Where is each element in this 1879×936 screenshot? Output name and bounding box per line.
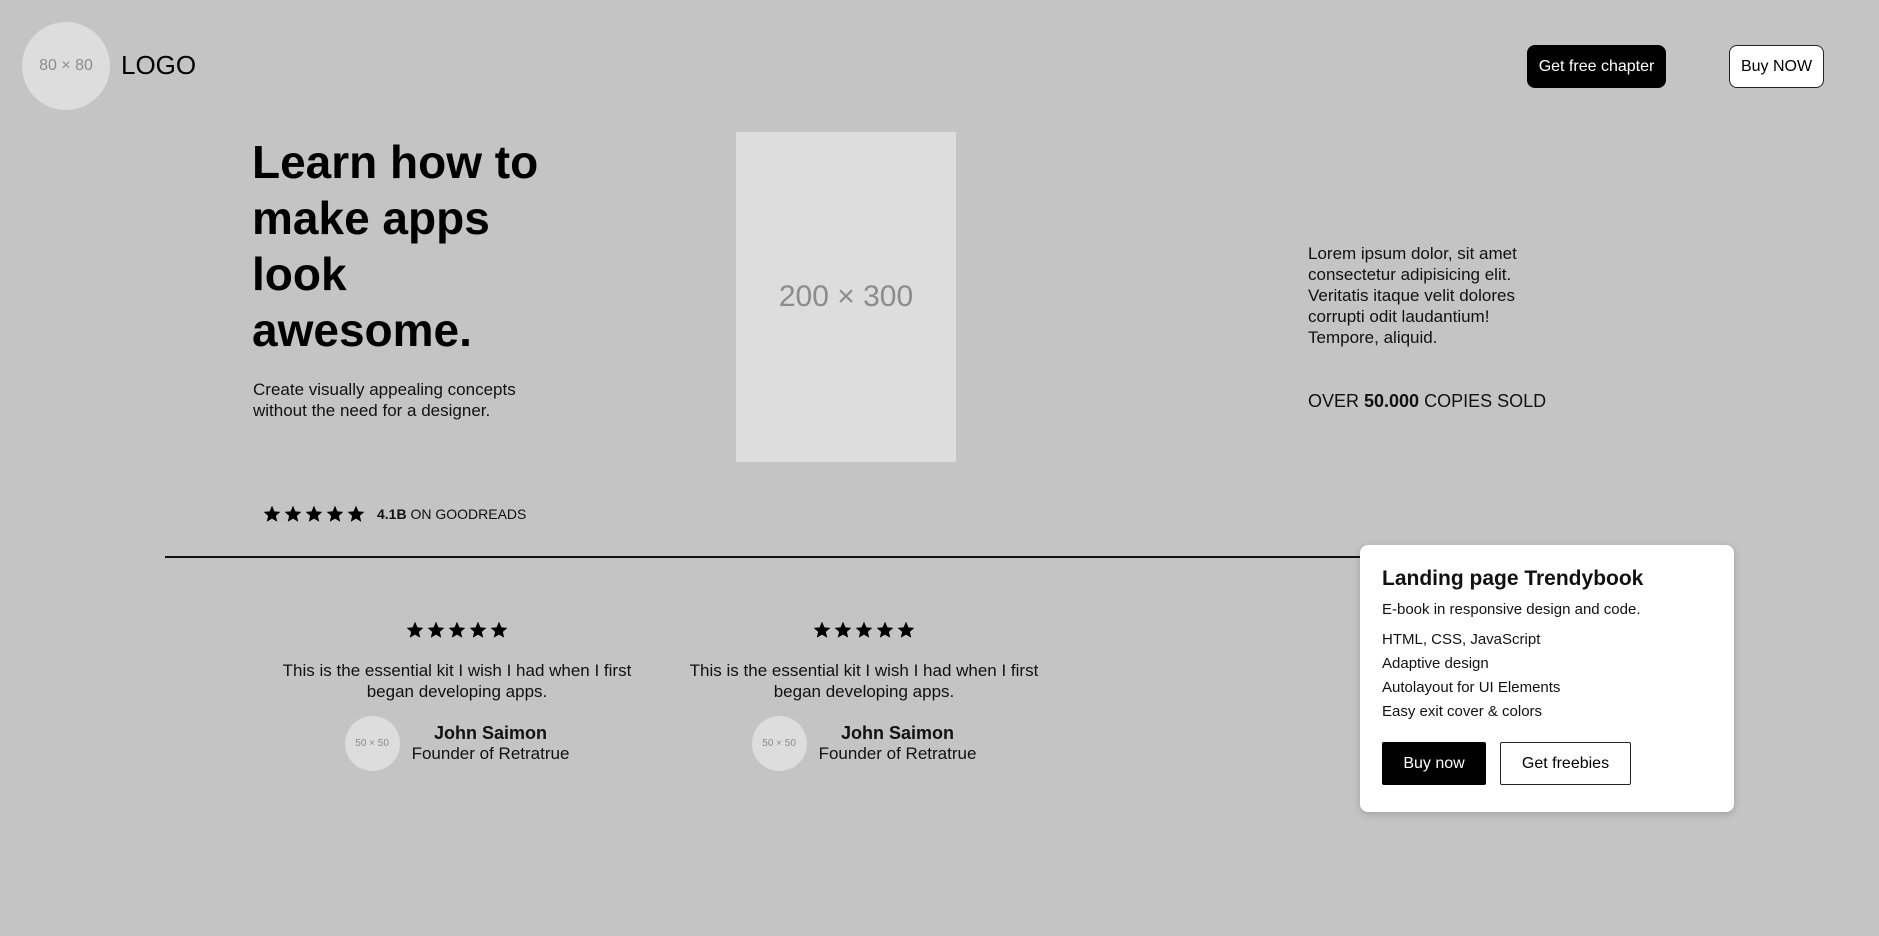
hero-title: Learn how to make apps look awesome.: [252, 136, 539, 356]
feature-item: Adaptive design: [1382, 655, 1489, 672]
testimonial-card: This is the essential kit I wish I had w…: [272, 620, 642, 771]
star-icon: [405, 620, 425, 640]
testimonial-card: This is the essential kit I wish I had w…: [679, 620, 1049, 771]
copies-prefix: OVER: [1308, 391, 1365, 411]
get-freebies-button[interactable]: Get freebies: [1500, 742, 1631, 785]
testimonial-author: 50 × 50 John Saimon Founder of Retratrue: [272, 716, 642, 771]
logo-image-placeholder[interactable]: 80 × 80: [22, 22, 110, 110]
rating-text: 4.1B ON GOODREADS: [377, 506, 526, 522]
star-icon: [812, 620, 832, 640]
star-icon: [833, 620, 853, 640]
testimonial-quote: This is the essential kit I wish I had w…: [689, 661, 1039, 701]
book-cover-placeholder: 200 × 300: [736, 132, 956, 462]
star-icon: [896, 620, 916, 640]
star-icon: [262, 504, 282, 524]
star-icon: [283, 504, 303, 524]
author-name: John Saimon: [840, 723, 954, 743]
logo-text[interactable]: LOGO: [121, 50, 196, 81]
author-role: Founder of Retratrue: [818, 744, 977, 763]
star-icon: [346, 504, 366, 524]
star-icon: [304, 504, 324, 524]
copies-count: 50.000: [1364, 391, 1420, 411]
author-role: Founder of Retratrue: [411, 744, 570, 763]
avatar: 50 × 50: [751, 716, 807, 771]
landing-page: 80 × 80 LOGO Get free chapter Buy NOW Le…: [0, 0, 1879, 936]
testimonial-quote: This is the essential kit I wish I had w…: [282, 661, 632, 701]
product-card: Landing page Trendybook E-book in respon…: [1360, 545, 1734, 812]
feature-item: HTML, CSS, JavaScript: [1382, 631, 1541, 648]
buy-now-header-button[interactable]: Buy NOW: [1729, 45, 1824, 88]
card-title: Landing page Trendybook: [1382, 567, 1644, 590]
card-actions: Buy now Get freebies: [1382, 742, 1712, 785]
star-icon: [468, 620, 488, 640]
star-icon: [489, 620, 509, 640]
testimonial-stars: [679, 620, 1049, 640]
section-divider: [165, 556, 1360, 558]
star-icon: [854, 620, 874, 640]
star-icon: [325, 504, 345, 524]
goodreads-rating: 4.1B ON GOODREADS: [262, 504, 526, 524]
rating-score: 4.1B: [377, 506, 407, 522]
card-subtitle: E-book in responsive design and code.: [1382, 601, 1641, 618]
star-icon: [875, 620, 895, 640]
rating-stars: [262, 504, 366, 524]
copies-suffix: COPIES SOLD: [1419, 391, 1547, 411]
get-free-chapter-button[interactable]: Get free chapter: [1527, 45, 1666, 88]
copies-sold: OVER 50.000 COPIES SOLD: [1308, 391, 1546, 412]
feature-list: HTML, CSS, JavaScript Adaptive design Au…: [1382, 628, 1712, 724]
rating-source: ON GOODREADS: [410, 506, 527, 522]
avatar: 50 × 50: [344, 716, 400, 771]
hero-description: Lorem ipsum dolor, sit amet consectetur …: [1308, 244, 1517, 347]
star-icon: [447, 620, 467, 640]
testimonial-author: 50 × 50 John Saimon Founder of Retratrue: [679, 716, 1049, 771]
author-name: John Saimon: [433, 723, 547, 743]
feature-item: Autolayout for UI Elements: [1382, 679, 1561, 696]
feature-item: Easy exit cover & colors: [1382, 703, 1543, 720]
hero-subtitle: Create visually appealing concepts witho…: [253, 380, 516, 420]
card-buy-now-button[interactable]: Buy now: [1382, 742, 1486, 785]
star-icon: [426, 620, 446, 640]
testimonial-stars: [272, 620, 642, 640]
